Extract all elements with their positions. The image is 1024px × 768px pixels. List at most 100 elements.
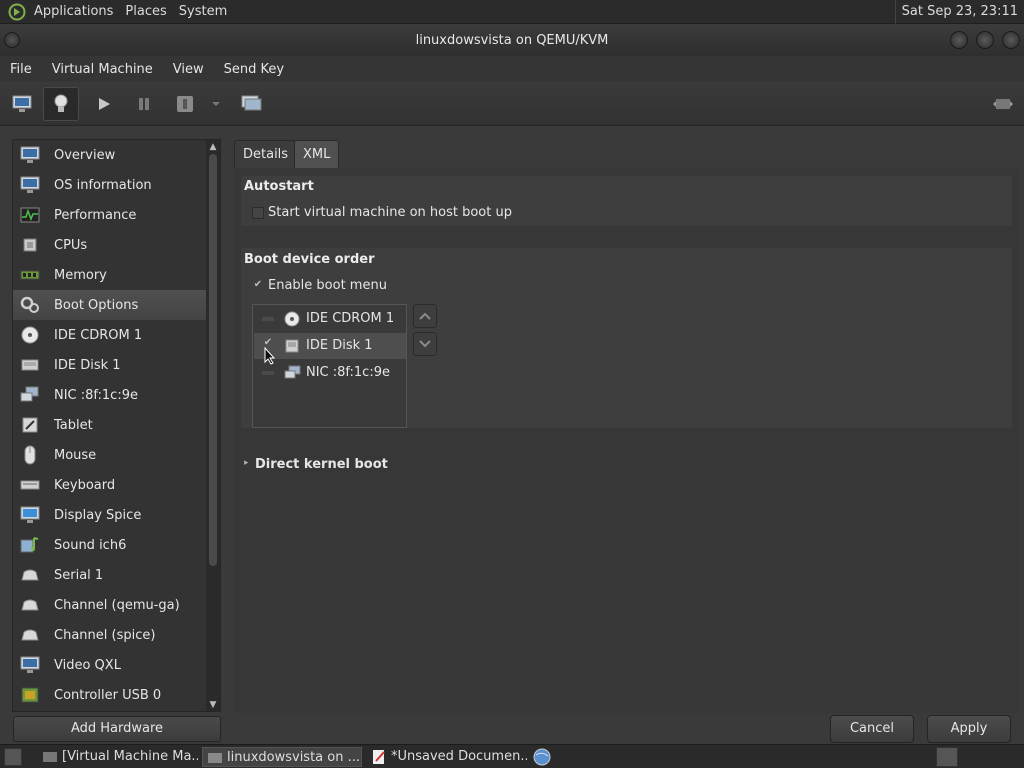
boot-device-checkbox[interactable] (262, 317, 274, 321)
run-button[interactable] (86, 87, 122, 121)
task-label: [Virtual Machine Ma... (62, 749, 198, 764)
sidebar-item-channel-qemu-ga[interactable]: Channel (qemu-ga) (13, 590, 206, 620)
sidebar-item-boot-options[interactable]: Boot Options (13, 290, 206, 320)
lightbulb-icon (54, 94, 68, 112)
sidebar-item-label: Serial 1 (54, 567, 104, 583)
mouse-pointer-icon (264, 347, 276, 365)
move-up-button[interactable] (413, 304, 437, 328)
close-button[interactable] (1002, 31, 1020, 49)
toolbar (0, 82, 1024, 126)
shutdown-menu-dropdown[interactable] (204, 87, 228, 121)
sidebar-item-ide-cdrom-1[interactable]: IDE CDROM 1 (13, 320, 206, 350)
boot-device-list: IDE CDROM 1 ✔ IDE Disk 1 NIC :8f:1c:9e (252, 304, 407, 428)
mouse-icon (19, 445, 41, 465)
gears-icon (19, 295, 41, 315)
snapshots-button[interactable] (233, 87, 269, 121)
direct-kernel-boot-expander[interactable]: Direct kernel boot (255, 457, 388, 472)
top-panel: Applications Places System Sat Sep 23, 2… (0, 0, 1024, 24)
taskbar-task-virtual-machine-manager[interactable]: [Virtual Machine Ma... (38, 747, 198, 767)
boot-device-row[interactable]: IDE CDROM 1 (254, 306, 406, 332)
sidebar-item-os-information[interactable]: OS information (13, 170, 206, 200)
applications-menu[interactable]: Applications (28, 4, 119, 19)
sidebar-item-channel-spice[interactable]: Channel (spice) (13, 620, 206, 650)
power-icon (177, 96, 193, 112)
autostart-checkbox[interactable] (252, 207, 264, 219)
autostart-title: Autostart (244, 179, 314, 194)
sidebar-item-label: Channel (qemu-ga) (54, 597, 180, 613)
sidebar-item-ide-disk-1[interactable]: IDE Disk 1 (13, 350, 206, 380)
minimize-button[interactable] (950, 31, 968, 49)
menu-send-key[interactable]: Send Key (214, 62, 294, 77)
distro-logo-icon[interactable] (6, 2, 28, 22)
cancel-button[interactable]: Cancel (830, 715, 914, 743)
taskbar-task-browser[interactable] (532, 747, 552, 767)
maximize-button[interactable] (976, 31, 994, 49)
sidebar-scrollbar[interactable]: ▲ ▼ (206, 140, 220, 711)
window-menu-button[interactable] (4, 32, 20, 48)
menu-file[interactable]: File (0, 62, 42, 77)
boot-device-label: IDE Disk 1 (306, 338, 373, 353)
menu-view[interactable]: View (163, 62, 214, 77)
enable-boot-menu-checkbox[interactable]: ✔ (252, 280, 264, 292)
sidebar-item-label: Channel (spice) (54, 627, 156, 643)
sidebar-item-label: Memory (54, 267, 107, 283)
scroll-up-arrow-icon[interactable]: ▲ (208, 142, 218, 152)
menubar: File Virtual Machine View Send Key (0, 56, 1024, 82)
taskbar-task-vm-console[interactable]: linuxdowsvista on ... (202, 747, 362, 767)
sidebar-item-overview[interactable]: Overview (13, 140, 206, 170)
places-menu[interactable]: Places (119, 4, 172, 19)
expander-arrow-icon[interactable]: ▸ (244, 458, 249, 468)
tab-details[interactable]: Details (234, 140, 298, 169)
window-titlebar[interactable]: linuxdowsvista on QEMU/KVM (0, 24, 1024, 56)
monitor-icon (19, 175, 41, 195)
sidebar-item-label: IDE Disk 1 (54, 357, 121, 373)
sidebar-item-label: NIC :8f:1c:9e (54, 387, 138, 403)
sidebar-item-mouse[interactable]: Mouse (13, 440, 206, 470)
apply-button[interactable]: Apply (927, 715, 1011, 743)
sidebar-item-performance[interactable]: Performance (13, 200, 206, 230)
boot-device-checkbox[interactable] (262, 371, 274, 375)
pause-icon (139, 98, 149, 110)
enable-boot-menu-label: Enable boot menu (268, 278, 387, 293)
system-menu[interactable]: System (173, 4, 233, 19)
disk-icon (285, 339, 299, 353)
fullscreen-button[interactable] (985, 87, 1021, 121)
boot-device-row[interactable]: NIC :8f:1c:9e (254, 360, 406, 386)
scroll-down-arrow-icon[interactable]: ▼ (208, 700, 218, 710)
performance-graph-icon (19, 205, 41, 225)
add-hardware-button[interactable]: Add Hardware (13, 716, 221, 742)
clock[interactable]: Sat Sep 23, 23:11 (894, 0, 1018, 24)
task-label: *Unsaved Documen... (391, 749, 527, 764)
sidebar-item-label: CPUs (54, 237, 88, 253)
workspace-switcher[interactable] (936, 747, 958, 767)
sidebar-item-serial-1[interactable]: Serial 1 (13, 560, 206, 590)
sound-icon (19, 535, 41, 555)
tab-xml[interactable]: XML (294, 140, 340, 169)
sidebar-item-nic-8f-1c-9e[interactable]: NIC :8f:1c:9e (13, 380, 206, 410)
sidebar-item-label: IDE CDROM 1 (54, 327, 143, 343)
sidebar-item-video-qxl[interactable]: Video QXL (13, 650, 206, 680)
taskbar-task-text-editor[interactable]: *Unsaved Documen... (367, 747, 527, 767)
details-view-button[interactable] (43, 87, 79, 121)
sidebar-item-label: Performance (54, 207, 137, 223)
sidebar-item-display-spice[interactable]: Display Spice (13, 500, 206, 530)
snapshots-icon (241, 95, 262, 111)
sidebar-item-controller-usb-0[interactable]: Controller USB 0 (13, 680, 206, 710)
sidebar-item-tablet[interactable]: Tablet (13, 410, 206, 440)
menu-virtual-machine[interactable]: Virtual Machine (42, 62, 163, 77)
sidebar-item-memory[interactable]: Memory (13, 260, 206, 290)
shutdown-button[interactable] (167, 87, 203, 121)
scrollbar-thumb[interactable] (209, 154, 217, 566)
boot-device-row[interactable]: ✔ IDE Disk 1 (254, 333, 406, 359)
sidebar-item-sound-ich6[interactable]: Sound ich6 (13, 530, 206, 560)
sidebar-item-keyboard[interactable]: Keyboard (13, 470, 206, 500)
move-down-button[interactable] (413, 332, 437, 356)
pause-button[interactable] (126, 87, 162, 121)
sidebar-item-cpus[interactable]: CPUs (13, 230, 206, 260)
cdrom-icon (19, 325, 41, 345)
channel-icon (19, 625, 41, 645)
sidebar-item-label: Video QXL (54, 657, 121, 673)
show-desktop-icon[interactable] (4, 748, 22, 766)
console-view-button[interactable] (4, 87, 40, 121)
video-icon (19, 655, 41, 675)
